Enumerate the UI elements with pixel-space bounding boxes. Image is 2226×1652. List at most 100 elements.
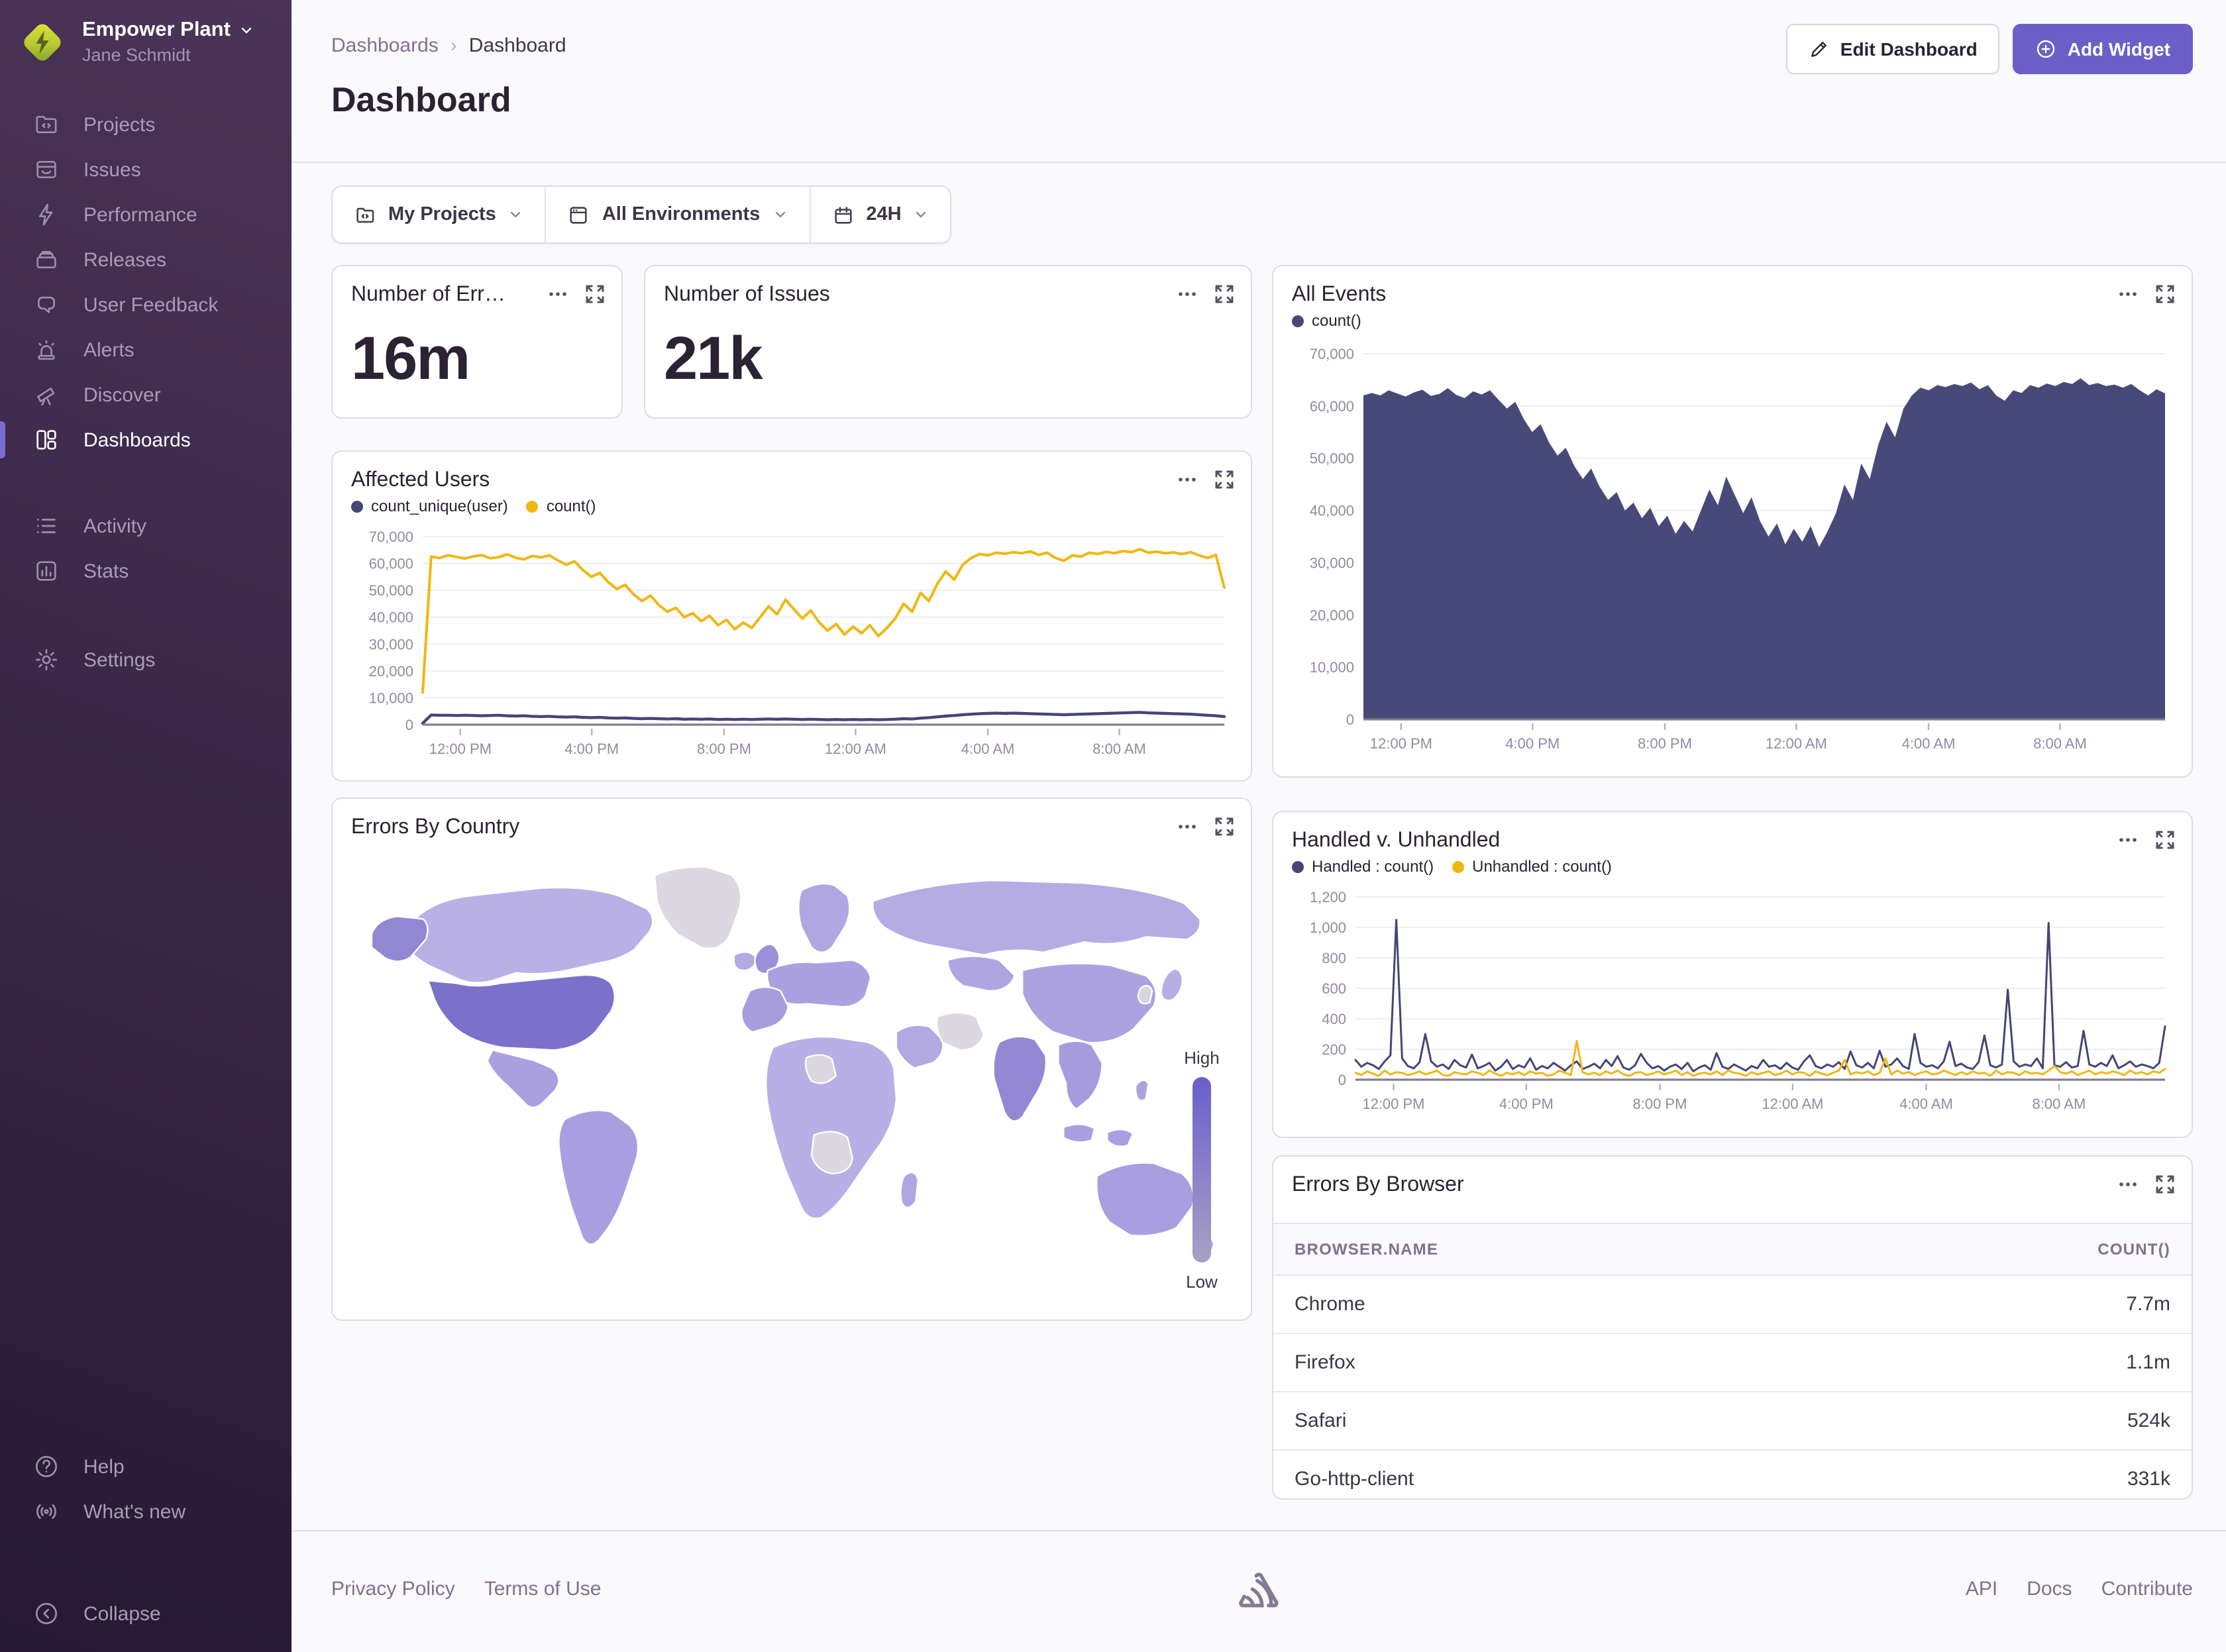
map-region-middle-east[interactable] <box>896 1025 943 1068</box>
widget-menu-icon[interactable] <box>2117 1174 2139 1195</box>
sidebar-item-discover[interactable]: Discover <box>0 372 292 417</box>
sidebar-item-stats[interactable]: Stats <box>0 548 292 594</box>
legend-item-count-unique-user[interactable]: count_unique(user) <box>351 497 508 515</box>
sidebar-nav-collapse: Collapse <box>0 1591 292 1652</box>
footer-link-contribute[interactable]: Contribute <box>2101 1578 2193 1600</box>
legend-item-count[interactable]: count() <box>527 497 596 515</box>
widget-expand-icon[interactable] <box>2154 284 2176 305</box>
map-region-se-asia[interactable] <box>1059 1041 1102 1110</box>
widget-expand-icon[interactable] <box>584 284 606 305</box>
sidebar-item-user-feedback[interactable]: User Feedback <box>0 282 292 327</box>
widget-expand-icon[interactable] <box>1214 816 1235 837</box>
pencil-icon <box>1809 38 1830 60</box>
map-region-greenland[interactable] <box>655 867 741 949</box>
legend-label: count_unique(user) <box>371 497 508 515</box>
widget-menu-icon[interactable] <box>1177 816 1198 837</box>
add-widget-button[interactable]: Add Widget <box>2013 24 2193 74</box>
affected-users-chart[interactable]: 70,00060,00050,00040,00030,00020,00010,0… <box>351 526 1235 767</box>
widget-menu-icon[interactable] <box>1177 469 1198 490</box>
map-region-libya[interactable] <box>806 1055 836 1084</box>
widget-menu-icon[interactable] <box>1177 284 1198 305</box>
map-region-indonesia-east[interactable] <box>1107 1129 1133 1147</box>
sidebar-item-dashboards[interactable]: Dashboards <box>0 417 292 462</box>
map-region-korea[interactable] <box>1138 986 1152 1004</box>
map-region-iran[interactable] <box>937 1013 984 1050</box>
org-switcher[interactable]: Empower Plant Jane Schmidt <box>0 0 292 81</box>
all-events-chart[interactable]: 70,00060,00050,00040,00030,00020,00010,0… <box>1292 340 2176 762</box>
issues-icon <box>33 156 60 183</box>
svg-text:12:00 AM: 12:00 AM <box>1762 1096 1823 1112</box>
widget-errors-by-browser: Errors By Browser BROWSER.NAMECOUNT() Ch… <box>1272 1155 2193 1500</box>
world-map[interactable] <box>348 852 1223 1305</box>
table-row-go-http-client: Go-http-client331k <box>1273 1450 2192 1508</box>
map-region-us[interactable] <box>428 975 614 1050</box>
sidebar-item-releases[interactable]: Releases <box>0 237 292 282</box>
sidebar-item-projects[interactable]: Projects <box>0 102 292 147</box>
map-region-russia[interactable] <box>873 880 1200 955</box>
footer-link-docs[interactable]: Docs <box>2027 1578 2072 1600</box>
widget-menu-icon[interactable] <box>2117 829 2139 851</box>
time-range-dropdown[interactable]: 24H <box>809 187 950 242</box>
breadcrumb-dashboards-link[interactable]: Dashboards <box>331 34 439 57</box>
sidebar-nav: ProjectsIssuesPerformance Releases User Fe… <box>0 102 292 462</box>
svg-text:8:00 PM: 8:00 PM <box>1633 1096 1687 1112</box>
svg-text:1,000: 1,000 <box>1310 919 1346 936</box>
svg-text:200: 200 <box>1322 1041 1346 1058</box>
widget-expand-icon[interactable] <box>1214 284 1235 305</box>
sidebar-item-alerts[interactable]: Alerts <box>0 327 292 372</box>
map-region-mexico[interactable] <box>488 1050 559 1108</box>
legend-item-unhandled-count[interactable]: Unhandled : count() <box>1452 857 1612 876</box>
table-column-header: COUNT() <box>1841 1223 2192 1275</box>
sidebar-item-collapse[interactable]: Collapse <box>0 1591 292 1636</box>
sidebar-item-label: User Feedback <box>83 293 218 316</box>
map-legend: High Low <box>1174 1048 1230 1292</box>
handled-chart[interactable]: 1,2001,000800600400200012:00 PM4:00 PM8:… <box>1292 886 2176 1122</box>
legend-label: count() <box>547 497 596 515</box>
org-chevron-down-icon <box>238 23 254 38</box>
map-region-madagascar[interactable] <box>900 1172 918 1208</box>
filter-bar: My Projects All Environments 24H <box>331 185 952 244</box>
sidebar-item-issues[interactable]: Issues <box>0 147 292 192</box>
map-region-central-asia[interactable] <box>948 956 1015 991</box>
collapse-icon <box>33 1600 60 1627</box>
widget-menu-icon[interactable] <box>2117 284 2139 305</box>
sidebar-item-what-s-new[interactable]: What's new <box>0 1489 292 1534</box>
widget-expand-icon[interactable] <box>1214 469 1235 490</box>
map-region-canada[interactable] <box>406 888 653 983</box>
footer-link-api[interactable]: API <box>1966 1578 1997 1600</box>
footer-link-terms-of-use[interactable]: Terms of Use <box>484 1578 602 1600</box>
count-cell: 1.1m <box>1841 1333 2192 1392</box>
environments-filter-dropdown[interactable]: All Environments <box>545 187 810 242</box>
browser-name-cell: Safari <box>1273 1392 1841 1450</box>
map-region-iceland[interactable] <box>734 952 756 970</box>
map-region-france-iberia[interactable] <box>741 987 788 1032</box>
map-region-indonesia[interactable] <box>1063 1124 1094 1142</box>
map-region-scandinavia[interactable] <box>798 884 849 953</box>
map-region-india[interactable] <box>994 1037 1046 1121</box>
map-region-china[interactable] <box>1022 964 1156 1043</box>
footer-links-left: Privacy Policy Terms of Use <box>331 1578 601 1600</box>
widget-menu-icon[interactable] <box>547 284 568 305</box>
sidebar-item-help[interactable]: Help <box>0 1444 292 1489</box>
legend-item-handled-count[interactable]: Handled : count() <box>1292 857 1434 876</box>
sidebar-nav-tertiary: Settings <box>0 637 292 682</box>
sidebar-item-activity[interactable]: Activity <box>0 503 292 548</box>
map-region-south-america[interactable] <box>558 1110 638 1244</box>
projects-filter-dropdown[interactable]: My Projects <box>333 187 545 242</box>
footer-link-privacy-policy[interactable]: Privacy Policy <box>331 1578 455 1600</box>
legend-item-count[interactable]: count() <box>1292 311 1361 330</box>
sidebar-item-label: What's new <box>83 1500 186 1523</box>
sidebar-item-label: Releases <box>83 248 166 271</box>
widget-expand-icon[interactable] <box>2154 1174 2176 1195</box>
legend-dot <box>527 500 539 512</box>
sidebar-item-settings[interactable]: Settings <box>0 637 292 682</box>
edit-dashboard-button[interactable]: Edit Dashboard <box>1786 24 2000 74</box>
map-region-philippines[interactable] <box>1136 1080 1148 1101</box>
widget-expand-icon[interactable] <box>2154 829 2176 851</box>
map-region-central-africa[interactable] <box>812 1131 853 1173</box>
sidebar-item-performance[interactable]: Performance <box>0 192 292 237</box>
map-region-japan[interactable] <box>1161 969 1183 1000</box>
browser-name-cell: Chrome <box>1273 1275 1841 1333</box>
sidebar-item-label: Collapse <box>83 1602 161 1625</box>
errors-by-browser-table: BROWSER.NAMECOUNT() Chrome7.7mFirefox1.1… <box>1273 1223 2192 1508</box>
